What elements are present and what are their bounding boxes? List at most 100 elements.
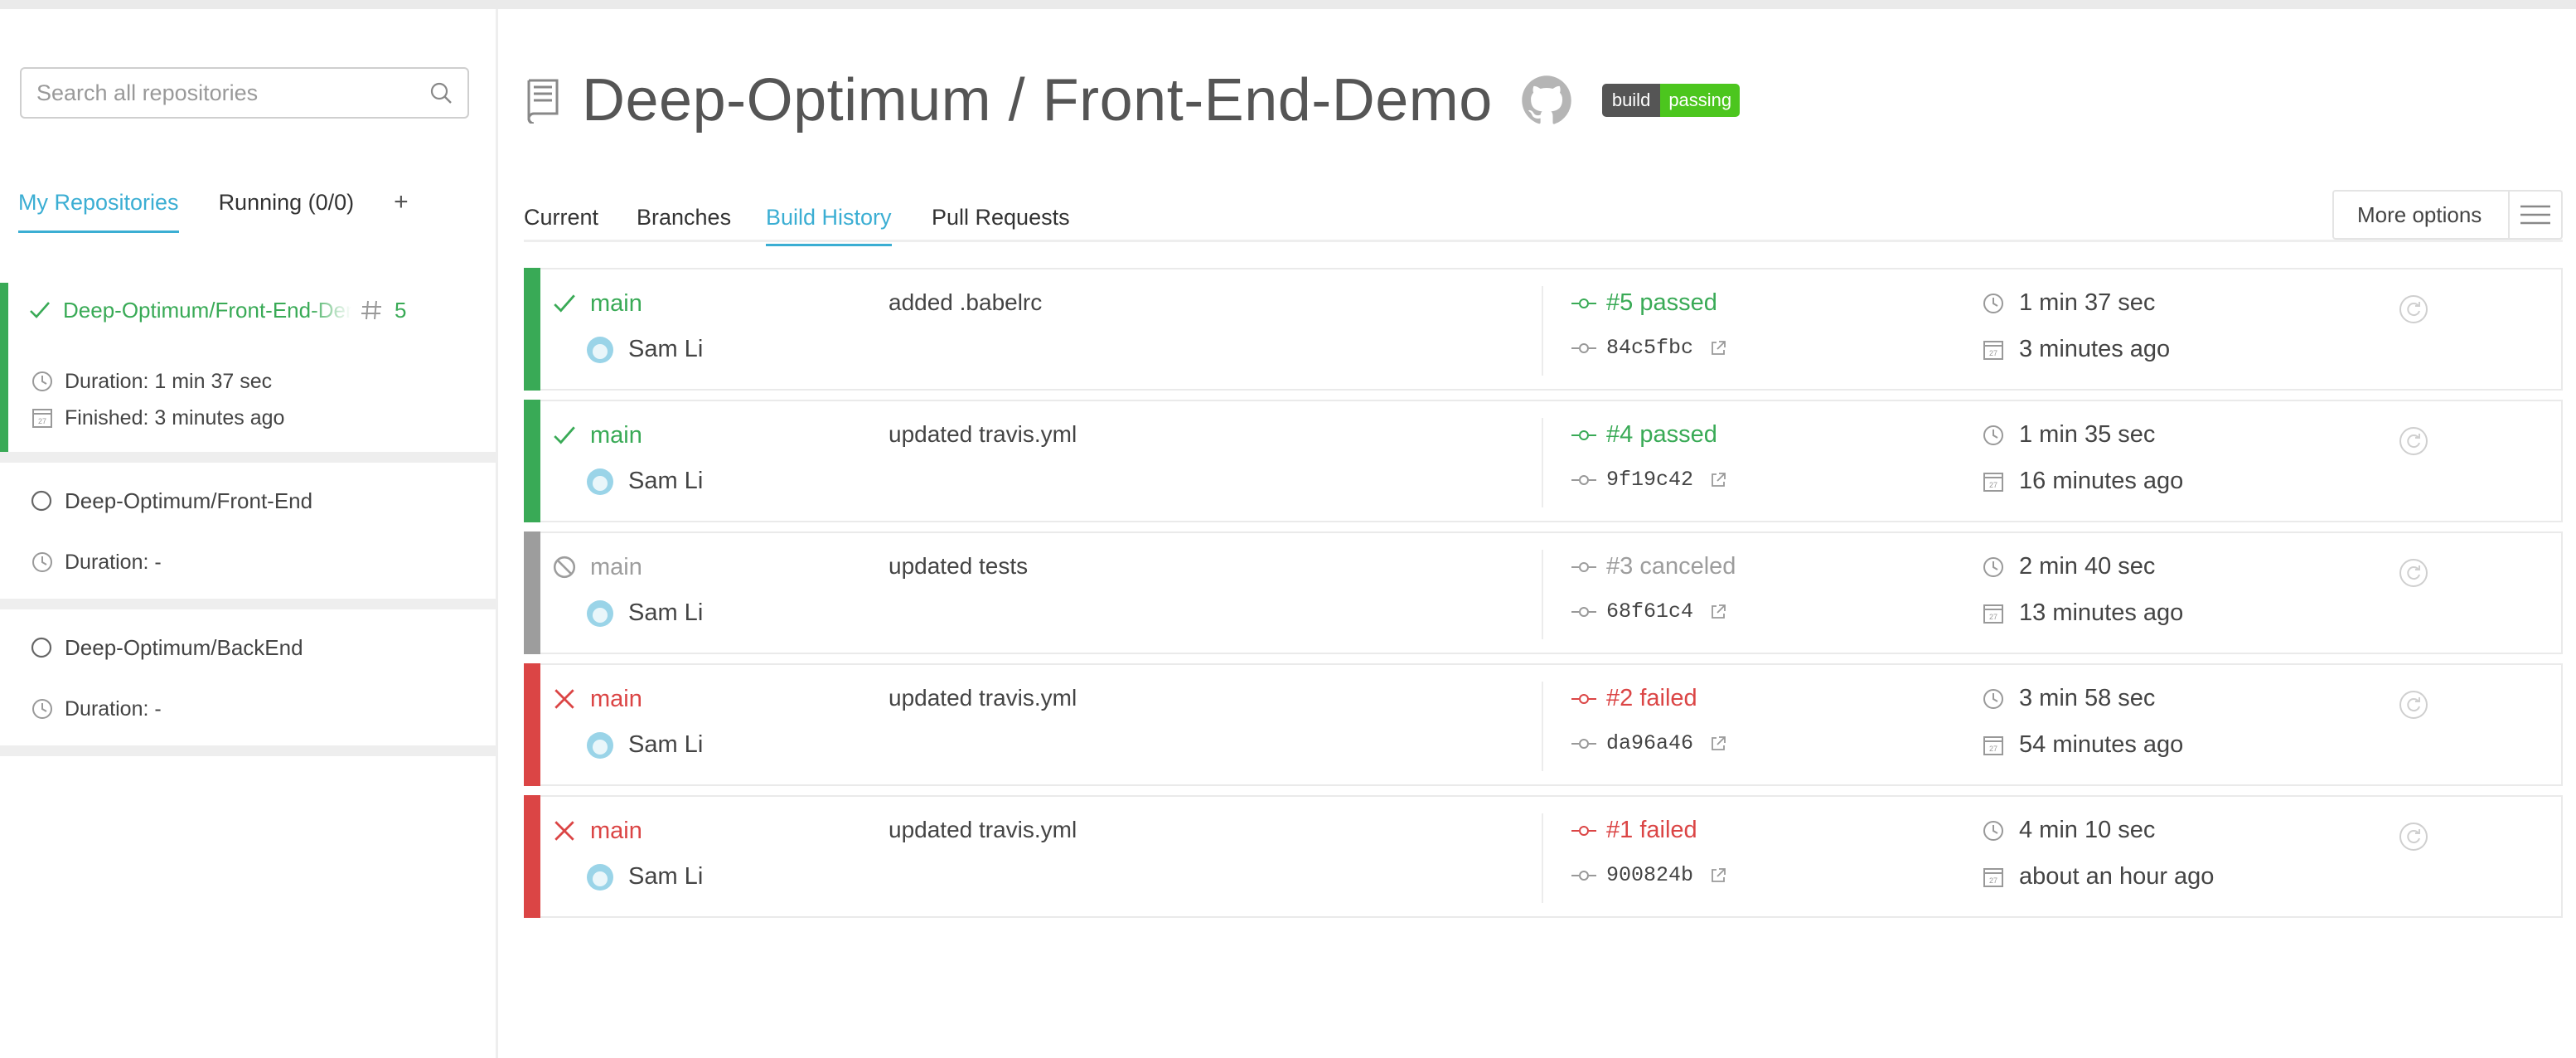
commit-icon [1571, 604, 1596, 620]
finished-ago: 16 minutes ago [2019, 468, 2184, 494]
svg-text:27: 27 [1989, 481, 1997, 489]
commit-message: updated travis.yml [889, 421, 1077, 447]
commit-sha-cell[interactable]: 84c5fbc [1571, 336, 1728, 360]
branch-name[interactable]: main [590, 818, 642, 845]
commit-sha[interactable]: 68f61c4 [1606, 599, 1693, 624]
finished-cell: 27 16 minutes ago [1981, 468, 2183, 495]
svg-text:27: 27 [1989, 745, 1997, 753]
build-number[interactable]: #3 canceled [1606, 553, 1736, 580]
commit-sha-cell[interactable]: da96a46 [1571, 731, 1728, 755]
sidebar-tabs: My Repositories Running (0/0) + [18, 188, 448, 240]
sidebar: My Repositories Running (0/0) + Deep-Opt… [0, 9, 498, 1058]
build-row[interactable]: main Sam Li updated travis.yml #2 failed… [524, 663, 2563, 786]
build-row[interactable]: main Sam Li updated travis.yml #4 passed… [524, 400, 2563, 522]
commit-message: updated tests [889, 553, 1029, 579]
build-number[interactable]: #4 passed [1606, 421, 1717, 449]
commit-sha[interactable]: 900824b [1606, 863, 1693, 887]
restart-build-icon[interactable] [2399, 558, 2428, 588]
external-link-icon[interactable] [1710, 866, 1728, 885]
build-number[interactable]: #1 failed [1606, 817, 1697, 844]
duration-cell: 2 min 40 sec [1981, 553, 2155, 580]
commit-sha[interactable]: da96a46 [1606, 731, 1693, 755]
external-link-icon[interactable] [1710, 735, 1728, 753]
repo-item-front-end-demo[interactable]: Deep-Optimum/Front-End-Demo 5 Duration: … [0, 283, 496, 452]
author-cell: Sam Li [587, 599, 703, 627]
commit-icon [1571, 823, 1596, 839]
branch-name[interactable]: main [590, 422, 642, 449]
clock-icon [30, 696, 55, 721]
tab-build-history[interactable]: Build History [766, 205, 892, 246]
svg-text:27: 27 [1989, 613, 1997, 621]
branch-name[interactable]: main [590, 686, 642, 713]
build-row[interactable]: main Sam Li added .babelrc #5 passed 84c… [524, 268, 2563, 391]
build-number[interactable]: #2 failed [1606, 685, 1697, 712]
external-link-icon[interactable] [1710, 339, 1728, 357]
github-icon[interactable] [1521, 75, 1572, 126]
tab-branches[interactable]: Branches [637, 205, 731, 244]
divider [1542, 682, 1543, 771]
branch-name[interactable]: main [590, 554, 642, 581]
branch-name[interactable]: main [590, 290, 642, 318]
commit-icon [1571, 735, 1596, 752]
status-stripe [524, 400, 540, 522]
external-link-icon[interactable] [1710, 471, 1728, 489]
clock-icon [30, 550, 55, 575]
restart-build-icon[interactable] [2399, 822, 2428, 852]
tab-my-repositories[interactable]: My Repositories [18, 190, 179, 233]
tab-pull-requests[interactable]: Pull Requests [932, 205, 1070, 244]
commit-icon [1571, 559, 1596, 575]
build-status-badge[interactable]: build passing [1601, 84, 1741, 117]
branch-cell: main [550, 289, 642, 318]
build-number-cell[interactable]: #1 failed [1571, 817, 1697, 844]
restart-build-icon[interactable] [2399, 426, 2428, 456]
repo-duration: Duration: - [65, 696, 162, 721]
commit-icon [1571, 295, 1596, 312]
status-stripe [524, 663, 540, 786]
hamburger-menu-icon[interactable] [2508, 192, 2561, 238]
divider [1542, 418, 1543, 507]
tab-running[interactable]: Running (0/0) [219, 190, 355, 231]
branch-cell: main [550, 421, 642, 449]
build-number-cell[interactable]: #4 passed [1571, 421, 1717, 449]
restart-build-icon[interactable] [2399, 294, 2428, 324]
search-icon[interactable] [428, 80, 454, 106]
badge-label: build [1601, 84, 1661, 117]
tab-current[interactable]: Current [524, 205, 598, 244]
author-cell: Sam Li [587, 731, 703, 759]
author-name: Sam Li [628, 599, 704, 626]
svg-text:27: 27 [1989, 876, 1997, 885]
duration-cell: 1 min 37 sec [1981, 289, 2155, 317]
commit-sha[interactable]: 84c5fbc [1606, 336, 1693, 360]
commit-sha-cell[interactable]: 9f19c42 [1571, 468, 1728, 492]
add-tab-button[interactable]: + [394, 188, 409, 231]
author-name: Sam Li [628, 336, 704, 362]
repo-item-backend[interactable]: Deep-Optimum/BackEnd Duration: - [0, 609, 496, 745]
build-number-cell[interactable]: #3 canceled [1571, 553, 1736, 580]
check-icon [550, 421, 579, 449]
restart-build-icon[interactable] [2399, 690, 2428, 720]
clock-icon [30, 369, 55, 394]
divider [0, 599, 496, 609]
repository-search[interactable] [20, 67, 469, 119]
commit-message: updated travis.yml [889, 817, 1077, 842]
build-row[interactable]: main Sam Li updated travis.yml #1 failed… [524, 795, 2563, 918]
search-input[interactable] [35, 79, 428, 107]
main-tabs: Current Branches Build History Pull Requ… [524, 190, 2563, 246]
commit-icon [1571, 691, 1596, 707]
build-number-cell[interactable]: #5 passed [1571, 289, 1717, 317]
commit-sha-cell[interactable]: 900824b [1571, 863, 1728, 887]
commit-icon [1571, 340, 1596, 357]
build-number[interactable]: 5 [395, 298, 406, 323]
build-row[interactable]: main Sam Li updated tests #3 canceled 68… [524, 531, 2563, 654]
more-options-button[interactable]: More options [2332, 190, 2563, 240]
avatar [587, 599, 613, 627]
build-number-cell[interactable]: #2 failed [1571, 685, 1697, 712]
repo-item-front-end[interactable]: Deep-Optimum/Front-End Duration: - [0, 463, 496, 599]
build-number[interactable]: #5 passed [1606, 289, 1717, 317]
commit-sha[interactable]: 9f19c42 [1606, 468, 1693, 492]
external-link-icon[interactable] [1710, 603, 1728, 621]
page-title: Deep-Optimum / Front-End-Demo [582, 67, 1493, 133]
hash-icon [360, 298, 383, 322]
commit-sha-cell[interactable]: 68f61c4 [1571, 599, 1728, 624]
duration: 2 min 40 sec [2019, 553, 2156, 580]
